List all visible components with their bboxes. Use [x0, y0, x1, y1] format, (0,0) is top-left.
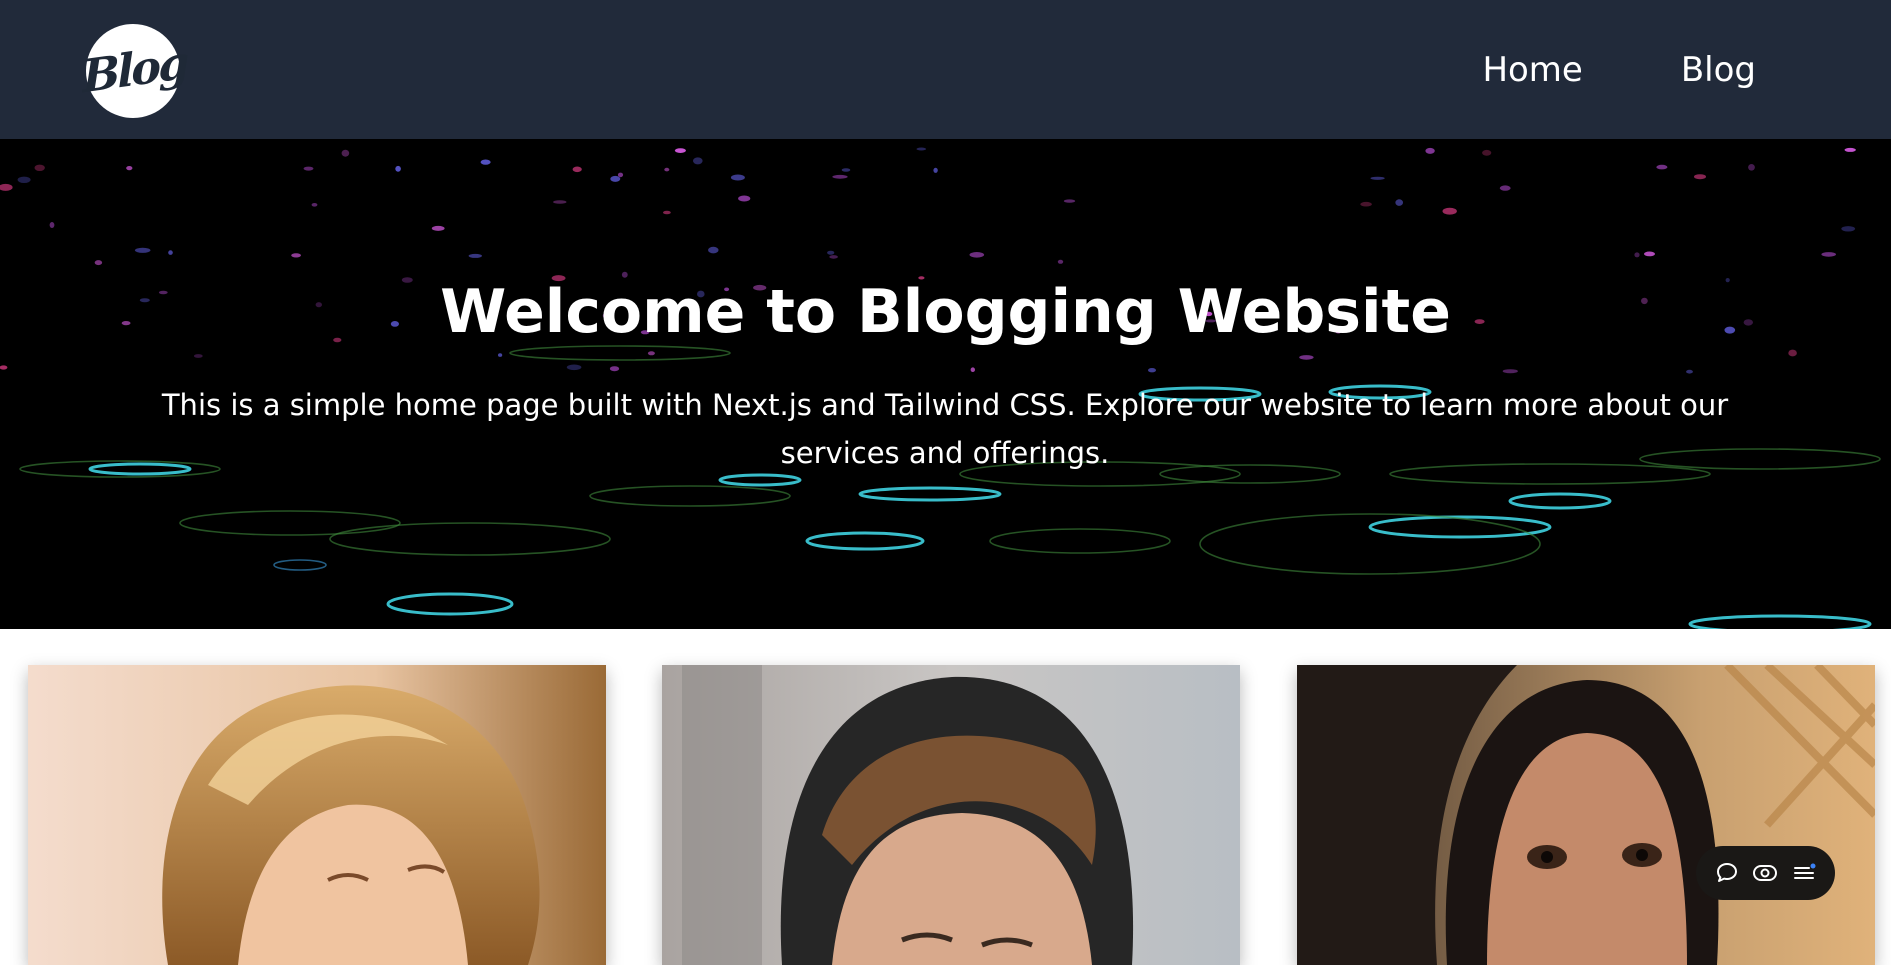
- blog-card[interactable]: [1297, 665, 1875, 965]
- nav-link-blog[interactable]: Blog: [1681, 53, 1756, 87]
- site-header: Blog Home Blog: [0, 0, 1891, 139]
- floating-toolbar: [1696, 846, 1835, 900]
- hero-subtitle: This is a simple home page built with Ne…: [161, 388, 1729, 470]
- main-nav: Home Blog: [1384, 0, 1756, 139]
- blog-card-grid: [0, 629, 1891, 965]
- blog-card[interactable]: [28, 665, 606, 965]
- blog-card[interactable]: [662, 665, 1240, 965]
- nav-link-home[interactable]: Home: [1482, 53, 1582, 87]
- hero-banner: Welcome to Blogging Website This is a si…: [0, 139, 1891, 629]
- logo-text: Blog: [81, 35, 187, 103]
- chat-bubble-icon[interactable]: [1712, 858, 1742, 888]
- blog-card-image: [28, 665, 606, 965]
- eye-toggle-icon[interactable]: [1750, 858, 1780, 888]
- blog-card-image: [1297, 665, 1875, 965]
- hero-title: Welcome to Blogging Website: [440, 277, 1451, 347]
- blog-card-image: [662, 665, 1240, 965]
- site-logo[interactable]: Blog: [81, 24, 187, 118]
- menu-list-icon[interactable]: [1789, 858, 1819, 888]
